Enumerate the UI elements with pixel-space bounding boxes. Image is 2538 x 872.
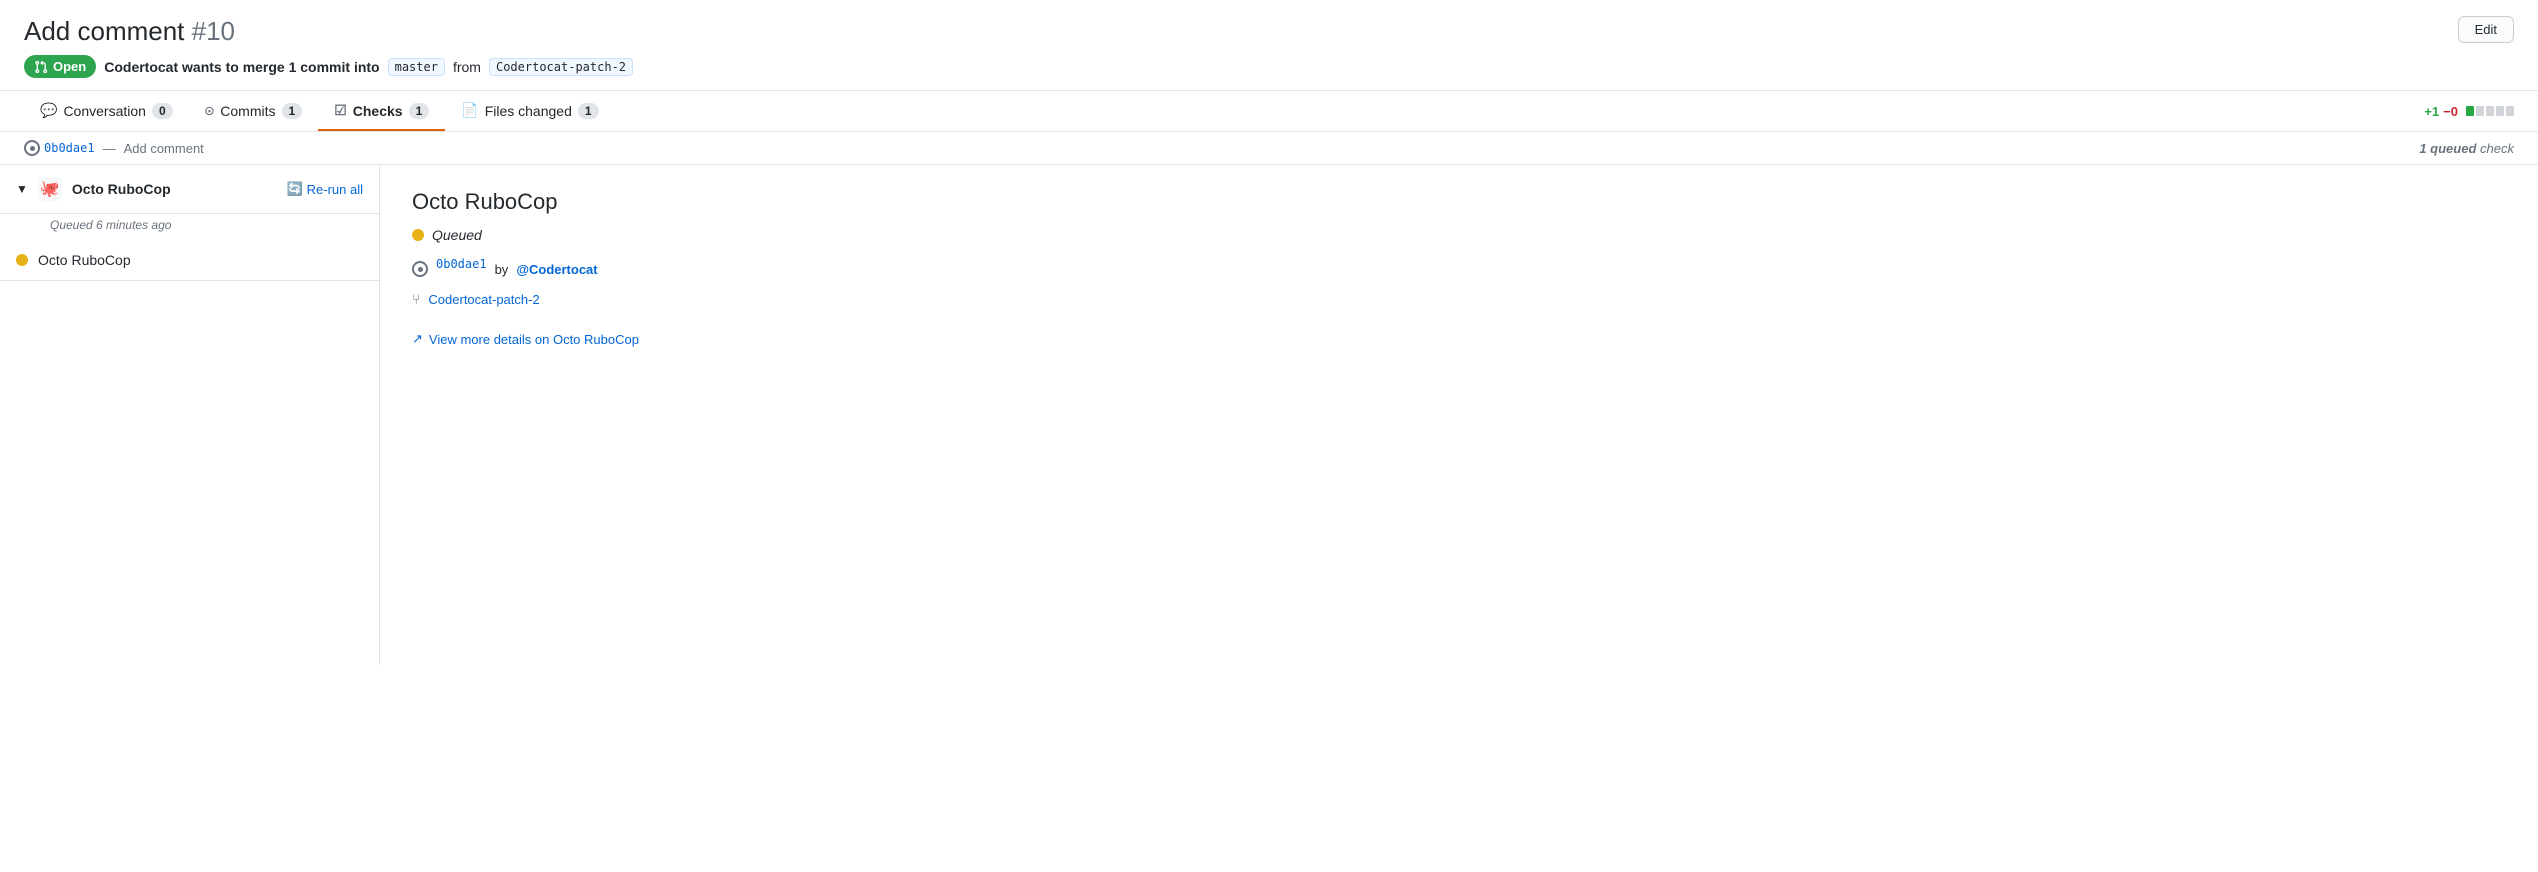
- external-link-icon: ↗: [412, 331, 423, 347]
- detail-sha-icon: [412, 261, 428, 277]
- detail-title: Octo RuboCop: [412, 189, 2506, 215]
- commit-bar-message: Add comment: [124, 141, 204, 156]
- from-label: from: [453, 59, 481, 75]
- sidebar-group-title: ▼ 🐙 Octo RuboCop: [16, 177, 171, 201]
- edit-button[interactable]: Edit: [2458, 16, 2514, 43]
- author-link[interactable]: @Codertocat: [516, 262, 597, 277]
- diff-bar-3: [2486, 106, 2494, 116]
- rerun-all-button[interactable]: 🔄 Re-run all: [286, 181, 363, 197]
- rerun-label: Re-run all: [307, 182, 363, 197]
- chevron-down-icon[interactable]: ▼: [16, 182, 28, 196]
- commits-icon: ⊙: [205, 101, 215, 120]
- tab-commits-label: Commits: [220, 103, 275, 119]
- sidebar: ▼ 🐙 Octo RuboCop 🔄 Re-run all Queued 6 m…: [0, 165, 380, 665]
- diff-deletions: −0: [2443, 104, 2458, 119]
- diff-bar-2: [2476, 106, 2484, 116]
- pr-number: #10: [192, 16, 235, 46]
- subtitle-text: Codertocat wants to merge 1 commit into: [104, 59, 379, 75]
- commit-bar: 0b0dae1 — Add comment 1 queued check: [0, 132, 2538, 165]
- diff-bars: [2466, 106, 2514, 116]
- detail-branch: ⑂ Codertocat-patch-2: [412, 291, 2506, 307]
- rerun-icon: 🔄: [286, 181, 302, 197]
- commit-bar-left: 0b0dae1 — Add comment: [24, 140, 204, 156]
- detail-sha-link[interactable]: 0b0dae1: [436, 257, 487, 271]
- diff-bar-4: [2496, 106, 2504, 116]
- base-branch-badge: master: [388, 58, 445, 76]
- tab-conversation[interactable]: 💬 Conversation 0: [24, 92, 189, 131]
- view-more-link[interactable]: ↗ View more details on Octo RuboCop: [412, 331, 2506, 347]
- sidebar-group-name: Octo RuboCop: [72, 181, 171, 197]
- checks-icon: ☑: [334, 102, 347, 119]
- files-icon: 📄: [461, 102, 478, 119]
- tab-commits[interactable]: ⊙ Commits 1: [189, 91, 319, 132]
- open-badge: Open: [24, 55, 96, 78]
- page-header: Add comment #10 Open Codertocat wants to…: [0, 0, 2538, 91]
- tab-checks-label: Checks: [353, 103, 403, 119]
- avatar: 🐙: [38, 177, 62, 201]
- tabs-left: 💬 Conversation 0 ⊙ Commits 1 ☑ Checks 1 …: [24, 91, 615, 131]
- queued-label: Queued: [50, 218, 93, 232]
- diff-stats: +1 −0: [2424, 104, 2514, 119]
- tab-conversation-label: Conversation: [63, 103, 146, 119]
- status-dot-yellow: [16, 254, 28, 266]
- tab-checks-count: 1: [409, 103, 430, 119]
- tab-files-label: Files changed: [485, 103, 572, 119]
- tab-files-count: 1: [578, 103, 599, 119]
- conversation-icon: 💬: [40, 102, 57, 119]
- detail-commit: 0b0dae1 by @Codertocat: [412, 257, 2506, 281]
- sidebar-item-octo-rubocop[interactable]: Octo RuboCop: [0, 240, 379, 281]
- view-more-label: View more details on Octo RuboCop: [429, 332, 639, 347]
- queued-count: 1 queued: [2419, 141, 2476, 156]
- head-branch-badge: Codertocat-patch-2: [489, 58, 633, 76]
- sha-icon: [24, 140, 40, 156]
- detail-panel: Octo RuboCop Queued 0b0dae1 by @Codertoc…: [380, 165, 2538, 665]
- diff-bar-1: [2466, 106, 2474, 116]
- sidebar-item-label: Octo RuboCop: [38, 252, 131, 268]
- commit-sha-value: 0b0dae1: [44, 141, 95, 155]
- commit-sha: 0b0dae1: [24, 140, 95, 156]
- subtitle-row: Open Codertocat wants to merge 1 commit …: [24, 55, 633, 78]
- sidebar-group-header: ▼ 🐙 Octo RuboCop 🔄 Re-run all: [0, 165, 379, 214]
- diff-bar-5: [2506, 106, 2514, 116]
- branch-link[interactable]: Codertocat-patch-2: [428, 292, 539, 307]
- detail-status: Queued: [412, 227, 2506, 243]
- commit-bar-right: 1 queued check: [2419, 141, 2514, 156]
- by-label: by: [495, 262, 509, 277]
- tabs-bar: 💬 Conversation 0 ⊙ Commits 1 ☑ Checks 1 …: [0, 91, 2538, 132]
- check-label: check: [2480, 141, 2514, 156]
- branch-icon: ⑂: [412, 291, 420, 307]
- diff-additions: +1: [2424, 104, 2439, 119]
- detail-status-dot: [412, 229, 424, 241]
- page-title: Add comment #10: [24, 16, 235, 47]
- tab-commits-count: 1: [282, 103, 303, 119]
- title-row: Add comment #10: [24, 16, 633, 47]
- main-content: ▼ 🐙 Octo RuboCop 🔄 Re-run all Queued 6 m…: [0, 165, 2538, 665]
- sidebar-meta: Queued 6 minutes ago: [0, 214, 379, 240]
- open-icon: [34, 60, 48, 74]
- commit-bar-dash: —: [103, 141, 116, 156]
- detail-status-label: Queued: [432, 227, 482, 243]
- tab-checks[interactable]: ☑ Checks 1: [318, 92, 445, 131]
- time-ago: 6 minutes ago: [96, 218, 171, 232]
- tab-files-changed[interactable]: 📄 Files changed 1: [445, 92, 614, 131]
- tab-conversation-count: 0: [152, 103, 173, 119]
